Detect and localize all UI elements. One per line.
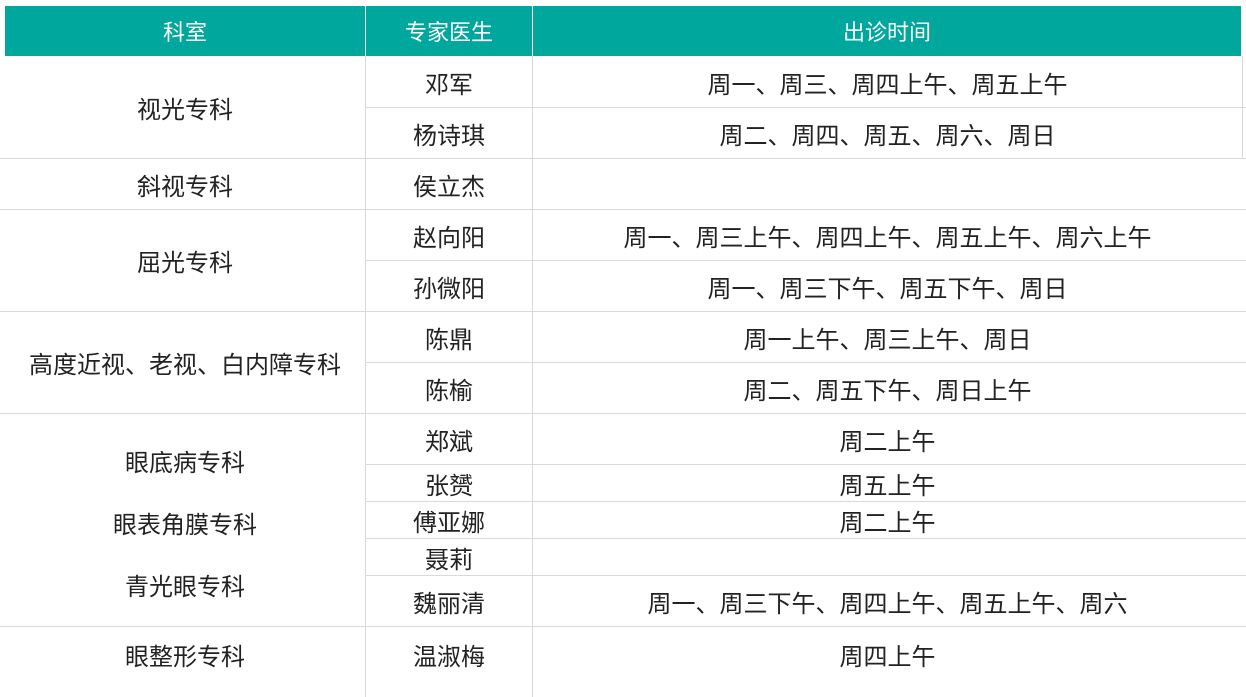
time-cell: 周一、周三上午、周四上午、周五上午、周六上午: [623, 223, 1152, 252]
department-cell: 青光眼专科: [125, 572, 245, 601]
doctor-cell: 郑斌: [425, 427, 473, 456]
time-cell: 周二、周四、周五、周六、周日: [719, 121, 1056, 150]
department-cell: 眼表角膜专科: [113, 510, 257, 539]
time-cell: 周二上午: [839, 427, 936, 456]
department-cell: 斜视专科: [137, 172, 233, 201]
doctor-cell: 孙微阳: [413, 274, 485, 303]
time-cell: 周一上午、周三上午、周日: [743, 325, 1032, 354]
doctor-cell: 陈榆: [425, 376, 473, 405]
time-cell: 周四上午: [839, 642, 936, 671]
department-cell: 高度近视、老视、白内障专科: [29, 351, 341, 379]
time-cell: 周五上午: [839, 471, 936, 500]
time-cell: 周一、周三下午、周五下午、周日: [707, 274, 1068, 303]
doctor-cell: 聂莉: [425, 545, 473, 574]
doctor-cell: 邓军: [425, 70, 473, 99]
department-cell: 视光专科: [137, 96, 233, 124]
time-cell: 周二上午: [839, 508, 936, 537]
header-separator: [365, 6, 366, 56]
doctor-cell: 侯立杰: [413, 172, 485, 201]
time-cell: 周一、周三、周四上午、周五上午: [707, 70, 1068, 99]
doctor-cell: 傅亚娜: [413, 508, 485, 537]
department-cell: 眼底病专科: [125, 448, 245, 477]
time-cell: 周一、周三下午、周四上午、周五上午、周六: [647, 589, 1128, 618]
doctor-cell: 陈鼎: [425, 325, 473, 354]
doctor-cell: 张赟: [425, 471, 473, 500]
header-time: 出诊时间: [842, 21, 931, 46]
time-cell: [533, 159, 1242, 209]
department-cell: 屈光专科: [137, 249, 233, 277]
doctor-cell: 魏丽清: [413, 589, 485, 618]
doctor-cell: 杨诗琪: [413, 121, 485, 150]
time-cell: [533, 539, 1242, 575]
time-cell: 周二、周五下午、周日上午: [743, 376, 1032, 405]
header-dept: 科室: [162, 21, 207, 46]
doctor-cell: 温淑梅: [413, 642, 485, 671]
department-cell: 眼整形专科: [125, 642, 245, 671]
header-doctor: 专家医生: [404, 21, 493, 46]
doctor-cell: 赵向阳: [413, 223, 485, 252]
header-separator: [532, 6, 533, 56]
